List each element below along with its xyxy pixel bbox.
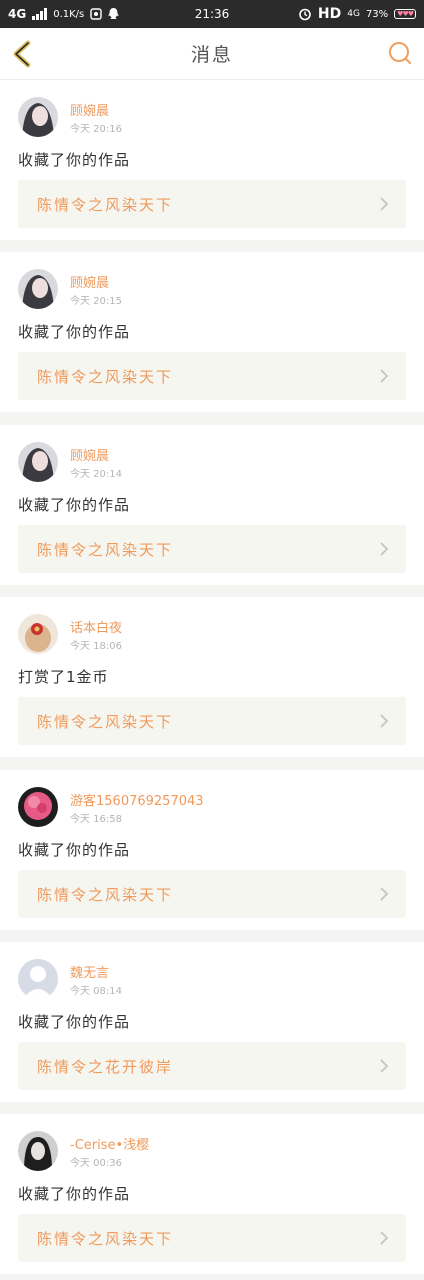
back-icon[interactable] [10,40,36,68]
status-bar: 4G 0.1K/s 21:36 HD 4G 73% ♥♥♥ [0,0,424,28]
work-title: 陈情令之风染天下 [37,1230,174,1248]
username[interactable]: 顾婉晨 [70,100,109,119]
timestamp: 今天 20:16 [70,124,122,135]
timestamp: 今天 20:15 [70,296,122,307]
message-card: 游客1560769257043 今天 16:58 收藏了你的作品 陈情令之风染天… [0,770,424,930]
network-type: 4G [8,7,27,21]
action-text: 收藏了你的作品 [18,1185,131,1203]
message-card: 话本白夜 今天 18:06 打赏了1金币 陈情令之风染天下 [0,597,424,757]
network-type-2: 4G [347,9,360,19]
action-text: 收藏了你的作品 [18,151,131,169]
username[interactable]: 游客1560769257043 [70,790,204,809]
chevron-right-icon [380,1231,389,1245]
battery-icon: ♥♥♥ [394,9,416,19]
message-card: 顾婉晨 今天 20:16 收藏了你的作品 陈情令之风染天下 [0,80,424,240]
chevron-right-icon [380,197,389,211]
alarm-icon [299,8,311,21]
qq-icon [108,8,119,19]
battery-percent: 73% [365,8,389,20]
chevron-right-icon [380,714,389,728]
work-link[interactable]: 陈情令之风染天下 [18,525,406,573]
avatar[interactable] [18,97,58,137]
action-text: 打赏了1金币 [18,668,109,686]
notification-icon [90,8,102,20]
work-title: 陈情令之风染天下 [37,886,174,904]
timestamp: 今天 16:58 [70,814,122,825]
signal-icon [32,8,48,20]
avatar[interactable] [18,959,58,999]
message-card: 顾婉晨 今天 20:14 收藏了你的作品 陈情令之风染天下 [0,425,424,585]
message-card: 魏无言 今天 08:14 收藏了你的作品 陈情令之花开彼岸 [0,942,424,1102]
avatar[interactable] [18,1131,58,1171]
message-card: 顾婉晨 今天 20:15 收藏了你的作品 陈情令之风染天下 [0,252,424,412]
work-link[interactable]: 陈情令之风染天下 [18,1214,406,1262]
work-link[interactable]: 陈情令之风染天下 [18,870,406,918]
chevron-right-icon [380,887,389,901]
work-title: 陈情令之风染天下 [37,196,174,214]
avatar[interactable] [18,787,58,827]
avatar[interactable] [18,442,58,482]
timestamp: 今天 20:14 [70,469,122,480]
chevron-right-icon [380,369,389,383]
action-text: 收藏了你的作品 [18,841,131,859]
search-icon[interactable] [388,41,412,65]
action-text: 收藏了你的作品 [18,496,131,514]
timestamp: 今天 00:36 [70,1158,122,1169]
action-text: 收藏了你的作品 [18,323,131,341]
work-link[interactable]: 陈情令之花开彼岸 [18,1042,406,1090]
avatar[interactable] [18,614,58,654]
chevron-right-icon [380,542,389,556]
avatar[interactable] [18,269,58,309]
header: 消息 [0,28,424,80]
work-title: 陈情令之风染天下 [37,713,174,731]
work-link[interactable]: 陈情令之风染天下 [18,697,406,745]
work-title: 陈情令之花开彼岸 [37,1058,174,1076]
action-text: 收藏了你的作品 [18,1013,131,1031]
work-link[interactable]: 陈情令之风染天下 [18,352,406,400]
network-speed: 0.1K/s [53,8,85,20]
work-link[interactable]: 陈情令之风染天下 [18,180,406,228]
message-card: -Cerise•浅樱 今天 00:36 收藏了你的作品 陈情令之风染天下 [0,1114,424,1274]
username[interactable]: 顾婉晨 [70,272,109,291]
username[interactable]: 顾婉晨 [70,445,109,464]
username[interactable]: 魏无言 [70,962,109,981]
work-title: 陈情令之风染天下 [37,368,174,386]
timestamp: 今天 08:14 [70,986,122,997]
chevron-right-icon [380,1059,389,1073]
work-title: 陈情令之风染天下 [37,541,174,559]
page-title: 消息 [190,44,233,66]
timestamp: 今天 18:06 [70,641,122,652]
username[interactable]: -Cerise•浅樱 [70,1134,149,1153]
username[interactable]: 话本白夜 [70,617,122,636]
hd-indicator: HD [317,6,342,22]
